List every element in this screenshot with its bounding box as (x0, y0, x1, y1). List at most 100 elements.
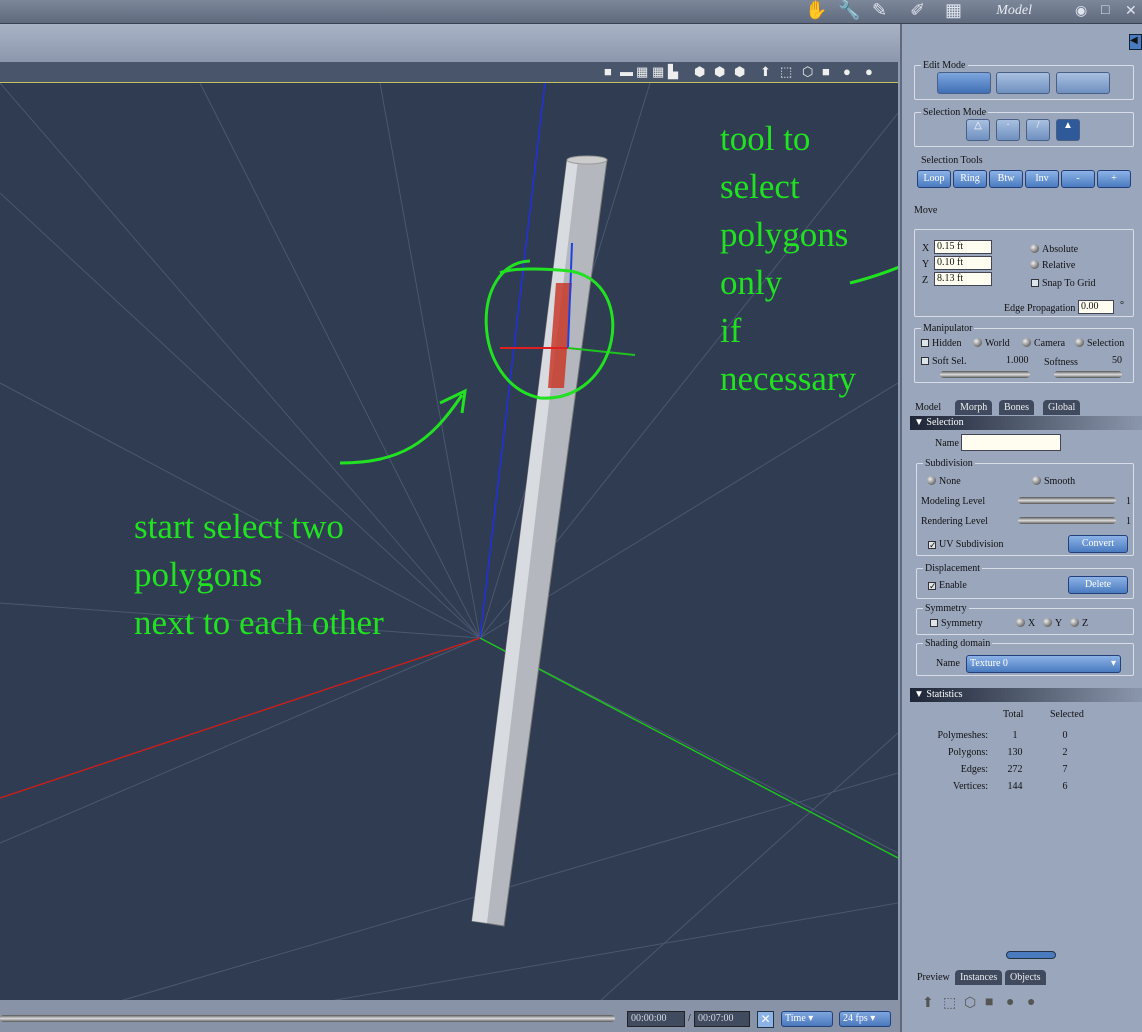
y-field[interactable]: 0.10 ft (934, 256, 992, 270)
x-field[interactable]: 0.15 ft (934, 240, 992, 254)
z-axis (479, 637, 898, 859)
modeling-level-label: Modeling Level (921, 496, 986, 507)
smooth-view-icon[interactable]: ● (1006, 995, 1014, 1011)
delete-button[interactable]: Delete (1068, 576, 1128, 594)
loop-button[interactable]: Loop (917, 170, 951, 188)
panel-splitter[interactable] (1006, 951, 1056, 959)
tab-objects[interactable]: Objects (1005, 970, 1046, 985)
film-icon[interactable]: ▦ (945, 0, 962, 21)
maximize-icon[interactable]: □ (1101, 3, 1109, 19)
none-radio[interactable]: None (927, 476, 961, 487)
selection-radio[interactable]: Selection (1075, 338, 1124, 349)
flat-shade-icon[interactable]: ■ (822, 64, 830, 80)
select-object-icon[interactable]: △ (966, 119, 990, 141)
symmetry-group-label: Symmetry (925, 603, 967, 614)
none-label: None (939, 476, 961, 487)
world-radio[interactable]: World (973, 338, 1010, 349)
bbox-view-icon[interactable]: ⬚ (943, 995, 956, 1012)
bounding-box-icon[interactable]: ⬚ (780, 64, 792, 80)
select-vertex-icon[interactable]: · (996, 119, 1020, 141)
collapse-panel-icon[interactable]: ◀ (1129, 34, 1142, 50)
flat-view-icon[interactable]: ■ (985, 995, 993, 1011)
edit-mode-uv-button[interactable] (1056, 72, 1110, 94)
softness-slider[interactable] (1054, 371, 1122, 378)
shading-domain-dropdown[interactable]: Texture 0 ▾ (966, 655, 1121, 673)
shrink-button[interactable]: - (1061, 170, 1095, 188)
select-polygon-icon[interactable]: ▲ (1056, 119, 1080, 141)
layout-split-icon[interactable]: ▬ (620, 64, 633, 80)
selection-name-field[interactable] (961, 434, 1061, 451)
edge-propagation-label: Edge Propagation (1004, 303, 1076, 314)
tab-preview[interactable]: Preview (912, 970, 955, 985)
ring-button[interactable]: Ring (953, 170, 987, 188)
tab-bones[interactable]: Bones (999, 400, 1034, 415)
close-icon[interactable]: ✕ (1125, 3, 1137, 20)
statistics-header[interactable]: ▼ Statistics (910, 688, 1142, 702)
invert-button[interactable]: Inv (1025, 170, 1059, 188)
hidden-label: Hidden (932, 338, 962, 349)
camera-radio[interactable]: Camera (1022, 338, 1065, 349)
uv-subdivision-label: UV Subdivision (939, 539, 1004, 550)
soft-sel-slider[interactable] (940, 371, 1030, 378)
name-label: Name (935, 438, 959, 449)
hidden-checkbox[interactable]: Hidden (921, 338, 961, 349)
camera-view-icon[interactable]: ⬢ (694, 64, 705, 80)
loop-toggle-icon[interactable]: ✕ (757, 1011, 774, 1028)
pen-icon[interactable]: ✎ (872, 0, 887, 21)
relative-radio[interactable]: Relative (1030, 260, 1075, 271)
tab-morph[interactable]: Morph (955, 400, 993, 415)
tab-instances[interactable]: Instances (955, 970, 1003, 985)
enable-label: Enable (939, 580, 967, 591)
wire-view-icon[interactable]: ⬡ (964, 995, 976, 1012)
move-icon[interactable]: ⬆ (760, 64, 771, 80)
world-label: World (985, 338, 1010, 349)
symmetry-z-radio[interactable]: Z (1070, 618, 1088, 629)
fps-dropdown[interactable]: 24 fps ▾ (839, 1011, 891, 1027)
wrench-icon[interactable]: 🔧 (838, 0, 860, 21)
modeling-level-slider[interactable] (1018, 497, 1116, 504)
grow-button[interactable]: + (1097, 170, 1131, 188)
layout-single-icon[interactable]: ■ (604, 64, 612, 80)
symmetry-checkbox[interactable]: Symmetry (930, 618, 983, 629)
selection-section-header[interactable]: ▼ Selection (910, 416, 1142, 430)
snap-to-grid-checkbox[interactable]: Snap To Grid (1031, 278, 1096, 289)
convert-button[interactable]: Convert (1068, 535, 1128, 553)
layout-three-icon[interactable]: ▦ (636, 64, 648, 80)
between-button[interactable]: Btw (989, 170, 1023, 188)
camera-view3-icon[interactable]: ⬢ (734, 64, 745, 80)
soft-sel-checkbox[interactable]: Soft Sel. (921, 356, 966, 367)
current-time-field[interactable]: 00:00:00 (627, 1011, 685, 1027)
tab-model[interactable]: Model (910, 400, 947, 415)
move-view-icon[interactable]: ⬆ (922, 995, 934, 1012)
z-field[interactable]: 8.13 ft (934, 272, 992, 286)
layout-quad-icon[interactable]: ▦ (652, 64, 664, 80)
time-mode-dropdown[interactable]: Time ▾ (781, 1011, 833, 1027)
y-axis-label: Y (1055, 618, 1063, 629)
smooth-shade-icon[interactable]: ● (843, 64, 851, 80)
symmetry-x-radio[interactable]: X (1016, 618, 1035, 629)
select-edge-icon[interactable]: / (1026, 119, 1050, 141)
edit-mode-figure-button[interactable] (996, 72, 1050, 94)
texture-shade-icon[interactable]: ● (865, 64, 873, 80)
symmetry-y-radio[interactable]: Y (1043, 618, 1062, 629)
eye-icon[interactable]: ◉ (1075, 3, 1087, 20)
edit-mode-mesh-button[interactable] (937, 72, 991, 94)
camera-view2-icon[interactable]: ⬢ (714, 64, 725, 80)
absolute-radio[interactable]: Absolute (1030, 244, 1078, 255)
stat-selected: 7 (1062, 764, 1068, 775)
hand-icon[interactable]: ✋ (805, 0, 827, 21)
texture-view-icon[interactable]: ● (1027, 995, 1035, 1011)
displacement-enable-checkbox[interactable]: ✓ Enable (928, 580, 967, 591)
edge-propagation-field[interactable]: 0.00 (1078, 300, 1114, 314)
timeline-scrubber[interactable] (0, 1015, 615, 1022)
tab-global[interactable]: Global (1043, 400, 1081, 415)
uv-subdivision-checkbox[interactable]: ✓ UV Subdivision (928, 539, 1004, 550)
layout-alt-icon[interactable]: ▙ (668, 64, 678, 80)
3d-viewport[interactable]: tool to select polygons only if necessar… (0, 82, 898, 1000)
smooth-radio[interactable]: Smooth (1032, 476, 1075, 487)
brush-icon[interactable]: ✐ (910, 0, 925, 21)
end-time-field[interactable]: 00:07:00 (694, 1011, 750, 1027)
wireframe-icon[interactable]: ⬡ (802, 64, 813, 80)
rendering-level-slider[interactable] (1018, 517, 1116, 524)
annotation-polygon-tool: tool to select polygons only if necessar… (720, 119, 857, 398)
